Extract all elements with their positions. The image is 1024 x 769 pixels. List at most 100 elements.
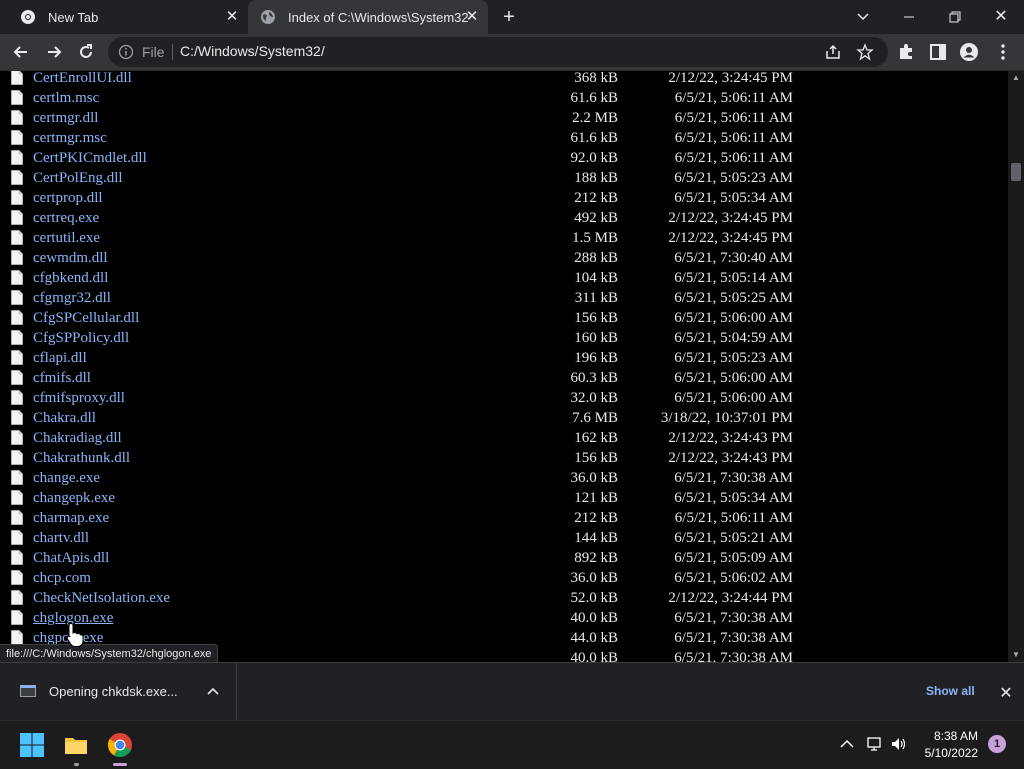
file-link[interactable]: CertEnrollUI.dll <box>33 71 132 88</box>
status-url-bubble: file:///C:/Windows/System32/chglogon.exe <box>0 644 219 664</box>
file-date-modified: 2/12/22, 3:24:43 PM <box>668 430 793 446</box>
file-icon <box>11 470 23 485</box>
clock-date[interactable]: 5/10/2022 <box>918 746 978 760</box>
tab-new-tab[interactable]: New Tab ✕ <box>8 0 248 34</box>
table-row: certmgr.dll 2.2 MB 6/5/21, 5:06:11 AM <box>0 108 1008 128</box>
restore-icon[interactable] <box>943 5 967 29</box>
file-date-modified: 6/5/21, 5:06:02 AM <box>674 570 793 586</box>
download-item[interactable]: Opening chkdsk.exe... <box>0 663 237 721</box>
table-row: cewmdm.dll 288 kB 6/5/21, 7:30:40 AM <box>0 248 1008 268</box>
table-row: ChatApis.dll 892 kB 6/5/21, 5:05:09 AM <box>0 548 1008 568</box>
network-icon[interactable] <box>866 735 884 753</box>
file-link[interactable]: Chakra.dll <box>33 408 96 428</box>
address-bar[interactable]: File C:/Windows/System32/ <box>108 37 888 67</box>
back-arrow-icon[interactable] <box>9 40 33 64</box>
file-link[interactable]: CheckNetIsolation.exe <box>33 588 170 608</box>
vertical-scrollbar[interactable]: ▲ ▼ <box>1008 71 1024 662</box>
hand-pointer-cursor-icon <box>66 622 84 647</box>
file-link[interactable]: certmgr.dll <box>33 108 98 128</box>
bookmark-star-icon[interactable] <box>856 43 874 61</box>
file-size: 368 kB <box>574 71 618 86</box>
file-link[interactable]: CertPolEng.dll <box>33 168 123 188</box>
notification-badge[interactable]: 1 <box>988 735 1006 753</box>
file-icon <box>11 250 23 265</box>
clock-time[interactable]: 8:38 AM <box>918 729 978 743</box>
file-link[interactable]: cfgbkend.dll <box>33 268 108 288</box>
file-link[interactable]: certprop.dll <box>33 188 103 208</box>
table-row: charmap.exe 212 kB 6/5/21, 5:06:11 AM <box>0 508 1008 528</box>
table-row: chcp.com 36.0 kB 6/5/21, 5:06:02 AM <box>0 568 1008 588</box>
file-link[interactable]: cfgmgr32.dll <box>33 288 111 308</box>
file-link[interactable]: certlm.msc <box>33 88 99 108</box>
file-link[interactable]: Chakrathunk.dll <box>33 448 130 468</box>
file-link[interactable]: certmgr.msc <box>33 128 107 148</box>
file-icon <box>11 590 23 605</box>
new-tab-plus-icon[interactable]: + <box>499 7 519 27</box>
more-menu-icon[interactable] <box>993 42 1013 62</box>
file-size: 40.0 kB <box>570 650 618 662</box>
close-window-icon[interactable]: ✕ <box>989 5 1013 29</box>
file-link[interactable]: CfgSPPolicy.dll <box>33 328 129 348</box>
url-separator <box>172 44 173 60</box>
table-row: cfgmgr32.dll 311 kB 6/5/21, 5:05:25 AM <box>0 288 1008 308</box>
file-size: 492 kB <box>574 210 618 226</box>
file-size: 52.0 kB <box>570 590 618 606</box>
chevron-up-icon[interactable] <box>206 685 220 699</box>
side-panel-icon[interactable] <box>928 42 948 62</box>
tab-system32-index[interactable]: Index of C:\Windows\System32\ ✕ <box>248 0 488 34</box>
table-row: CertEnrollUI.dll 368 kB 2/12/22, 3:24:45 P… <box>0 71 1008 88</box>
windows-start-icon[interactable] <box>16 729 48 761</box>
tab-title: New Tab <box>48 9 99 25</box>
close-tab-icon[interactable]: ✕ <box>464 9 480 25</box>
close-download-bar-icon[interactable]: ✕ <box>998 683 1014 703</box>
file-link[interactable]: CfgSPCellular.dll <box>33 308 139 328</box>
file-link[interactable]: charmap.exe <box>33 508 109 528</box>
file-date-modified: 6/5/21, 7:30:38 AM <box>674 630 793 646</box>
scrollbar-thumb[interactable] <box>1011 163 1021 181</box>
file-link[interactable]: changepk.exe <box>33 488 115 508</box>
share-icon[interactable] <box>824 43 842 61</box>
profile-avatar-icon[interactable] <box>959 42 979 62</box>
scroll-up-arrow-icon[interactable]: ▲ <box>1008 71 1024 85</box>
file-link[interactable]: cfmifsproxy.dll <box>33 388 125 408</box>
extensions-puzzle-icon[interactable] <box>896 42 916 62</box>
url-scheme-label: File <box>142 44 165 60</box>
table-row: certreq.exe 492 kB 2/12/22, 3:24:45 PM <box>0 208 1008 228</box>
info-icon[interactable] <box>118 44 134 60</box>
file-link[interactable]: ChatApis.dll <box>33 548 109 568</box>
chevron-up-tray-icon[interactable] <box>838 735 856 753</box>
volume-icon[interactable] <box>890 735 908 753</box>
file-icon <box>11 210 23 225</box>
show-all-button[interactable]: Show all <box>926 684 975 698</box>
windows-taskbar: 8:38 AM 5/10/2022 1 <box>0 720 1024 769</box>
file-link[interactable]: chcp.com <box>33 568 91 588</box>
file-link[interactable]: certreq.exe <box>33 208 99 228</box>
file-date-modified: 6/5/21, 5:05:09 AM <box>674 550 793 566</box>
minimize-icon[interactable] <box>897 5 921 29</box>
file-size: 196 kB <box>574 350 618 366</box>
file-explorer-icon[interactable] <box>60 729 92 761</box>
file-date-modified: 6/5/21, 5:05:23 AM <box>674 350 793 366</box>
url-text[interactable]: C:/Windows/System32/ <box>180 43 325 59</box>
file-size: 156 kB <box>574 310 618 326</box>
file-size: 61.6 kB <box>570 130 618 146</box>
file-link[interactable]: Chakradiag.dll <box>33 428 122 448</box>
file-date-modified: 2/12/22, 3:24:45 PM <box>668 230 793 246</box>
file-link[interactable]: cfmifs.dll <box>33 368 91 388</box>
file-link[interactable]: certutil.exe <box>33 228 100 248</box>
file-link[interactable]: change.exe <box>33 468 100 488</box>
file-size: 32.0 kB <box>570 390 618 406</box>
chrome-taskbar-icon[interactable] <box>104 729 136 761</box>
reload-icon[interactable] <box>74 40 98 64</box>
table-row: CertPKICmdlet.dll 92.0 kB 6/5/21, 5:06:11 … <box>0 148 1008 168</box>
file-link[interactable]: CertPKICmdlet.dll <box>33 148 147 168</box>
file-icon <box>11 390 23 405</box>
file-link[interactable]: chartv.dll <box>33 528 89 548</box>
scroll-down-arrow-icon[interactable]: ▼ <box>1008 648 1024 662</box>
forward-arrow-icon[interactable] <box>42 40 66 64</box>
file-link[interactable]: cewmdm.dll <box>33 248 108 268</box>
file-link[interactable]: cflapi.dll <box>33 348 87 368</box>
file-date-modified: 6/5/21, 7:30:38 AM <box>674 470 793 486</box>
close-tab-icon[interactable]: ✕ <box>224 9 240 25</box>
tab-search-chevron-icon[interactable] <box>851 5 875 29</box>
